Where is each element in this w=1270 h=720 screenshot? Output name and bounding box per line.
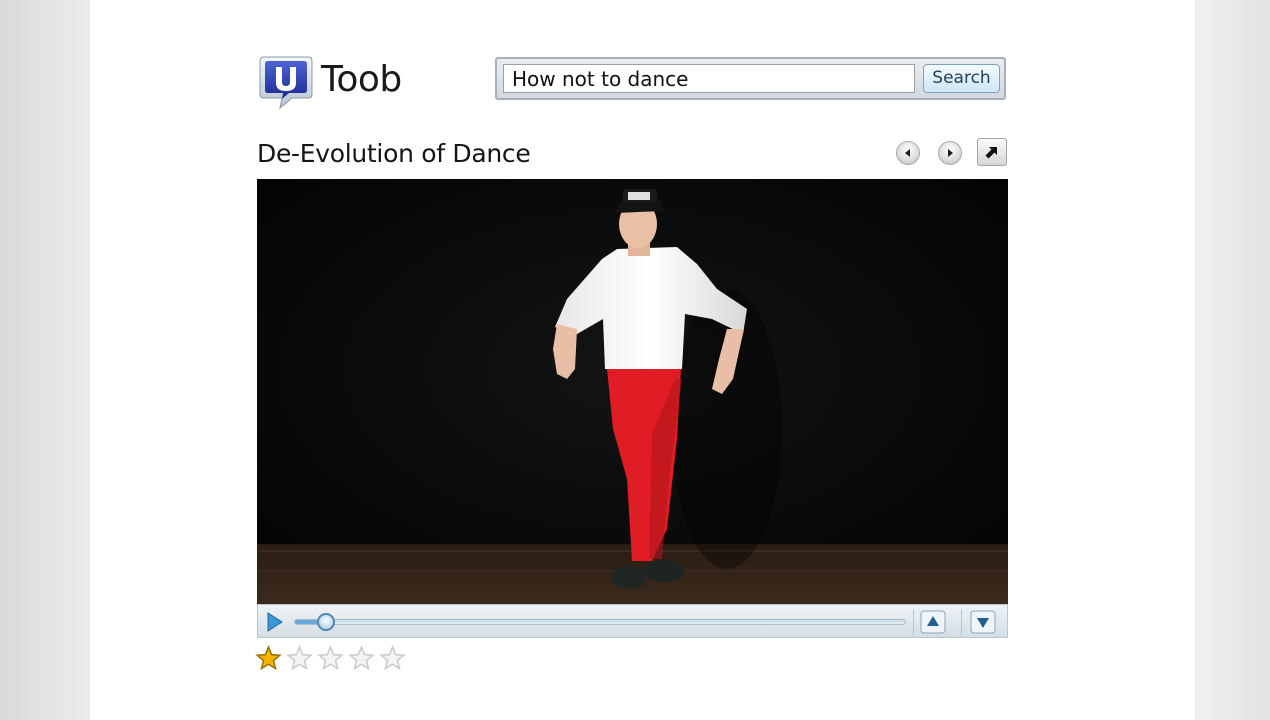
star-icon[interactable] [255, 645, 282, 672]
star-icon[interactable] [348, 645, 375, 672]
video-title: De-Evolution of Dance [257, 139, 531, 168]
search-bar: Search [495, 57, 1006, 100]
triangle-down-icon [970, 610, 996, 634]
volume-down-button[interactable] [968, 609, 998, 635]
logo-badge-icon [259, 56, 313, 110]
video-player[interactable] [257, 179, 1008, 604]
search-input[interactable] [503, 64, 915, 93]
background-left [0, 0, 90, 720]
play-icon [267, 611, 283, 632]
volume-up-button[interactable] [918, 609, 948, 635]
next-video-button[interactable] [938, 141, 962, 165]
player-controls [257, 604, 1008, 638]
seek-bar[interactable] [294, 613, 906, 631]
control-divider [961, 609, 962, 635]
video-frame-image [257, 179, 1008, 604]
search-button[interactable]: Search [923, 64, 1000, 93]
arrow-left-icon [905, 149, 910, 157]
seek-handle[interactable] [316, 613, 335, 631]
control-divider [913, 609, 914, 635]
star-icon[interactable] [286, 645, 313, 672]
arrow-right-icon [948, 149, 953, 157]
background-right [1195, 0, 1270, 720]
star-icon[interactable] [317, 645, 344, 672]
arrow-up-right-icon [985, 147, 997, 159]
logo-text: Toob [321, 59, 402, 100]
toob-logo[interactable]: Toob [258, 54, 418, 110]
play-button[interactable] [260, 608, 288, 635]
triangle-up-icon [920, 610, 946, 634]
star-icon[interactable] [379, 645, 406, 672]
popout-button[interactable] [977, 138, 1007, 166]
previous-video-button[interactable] [896, 141, 920, 165]
